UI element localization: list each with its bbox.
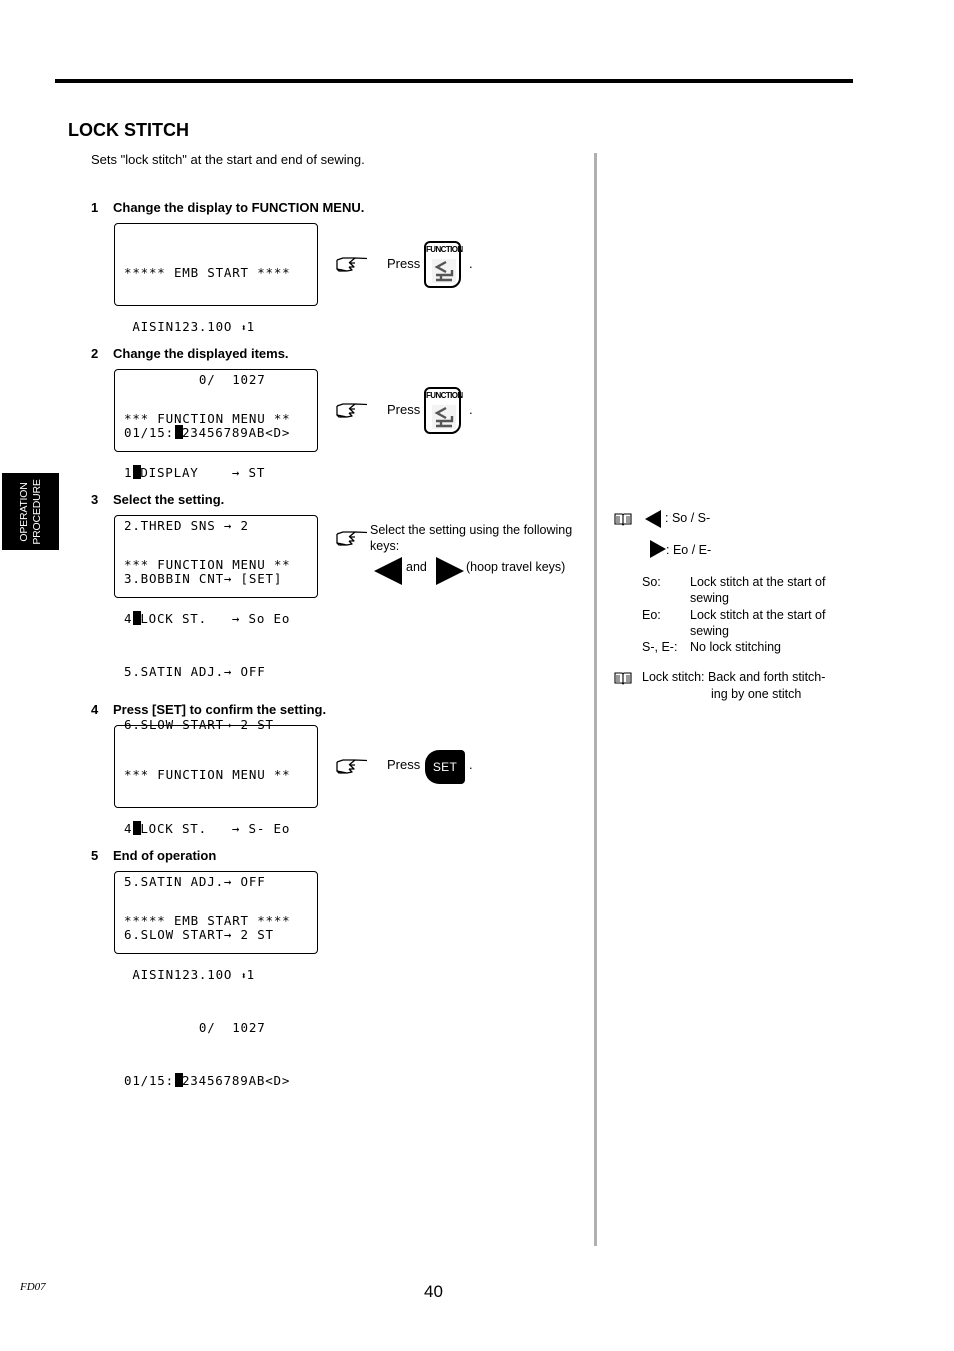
step-number: 3	[91, 492, 99, 507]
function-key-button[interactable]: FUNCTION	[424, 241, 463, 288]
pointing-hand-icon	[335, 757, 369, 777]
step-title: Change the displayed items.	[113, 346, 289, 361]
step-2-heading: 2 Change the displayed items.	[91, 346, 289, 361]
lcd-text: AISIN123.10O	[124, 966, 241, 982]
page-title: LOCK STITCH	[68, 120, 189, 140]
and-label: and	[406, 560, 427, 574]
right-arrow-key-icon[interactable]	[436, 557, 464, 585]
lcd-line-2: 4 LOCK ST. → So Eo	[124, 610, 317, 628]
step-1-heading: 1 Change the display to FUNCTION MENU.	[91, 200, 364, 215]
side-tab-line-1: OPERATION	[17, 481, 30, 542]
lcd-display-step-5: ***** EMB START **** AISIN123.10O ⬍1 0/ …	[114, 871, 318, 1088]
lcd-text: 1	[246, 318, 255, 334]
side-tab-line-2: PROCEDURE	[30, 478, 43, 545]
lcd-line-1: *** FUNCTION MENU **	[124, 557, 291, 573]
step-number: 2	[91, 346, 99, 361]
book-note-icon	[614, 671, 632, 685]
lcd-line-1: *** FUNCTION MENU **	[124, 767, 291, 783]
right-key-meaning: : Eo / E-	[666, 543, 712, 557]
left-key-meaning: : So / S-	[665, 511, 711, 525]
intro-text: Sets "lock stitch" at the start and end …	[91, 152, 365, 167]
definition-row: Eo: Lock stitch at the start of sewing	[642, 607, 840, 639]
lcd-text: AISIN123.10O	[124, 318, 241, 334]
step-title: Select the setting.	[113, 492, 225, 507]
lock-stitch-note-line-2: ing by one stitch	[711, 687, 802, 701]
right-arrow-key-icon	[650, 540, 666, 558]
step-number: 5	[91, 848, 99, 863]
step-title: End of operation	[113, 848, 217, 863]
lcd-text: 4	[124, 820, 133, 836]
step-5-heading: 5 End of operation	[91, 848, 216, 863]
function-return-icon	[432, 259, 456, 283]
page-number: 40	[424, 1282, 443, 1301]
lcd-line-2: AISIN123.10O ⬍1	[124, 318, 317, 336]
definition-text: Lock stitch at the start of sewing	[690, 575, 826, 605]
lcd-line-4: 01/15: 23456789AB<D>	[124, 1072, 317, 1090]
lcd-line-3: 5.SATIN ADJ.→ OFF	[124, 663, 266, 679]
press-label: Press	[387, 256, 421, 271]
lcd-display-step-4: *** FUNCTION MENU ** 4 LOCK ST. → S- Eo 5…	[114, 725, 318, 942]
lcd-line-2: 4 LOCK ST. → S- Eo	[124, 820, 317, 838]
top-rule	[55, 79, 853, 83]
lcd-text: DISPLAY → ST	[140, 464, 266, 480]
step-4-heading: 4 Press [SET] to confirm the setting.	[91, 702, 326, 717]
lcd-line-2: 1 DISPLAY → ST	[124, 464, 317, 482]
lcd-line-1: *** FUNCTION MENU **	[124, 411, 291, 427]
side-tab-operation-procedure: OPERATION PROCEDURE	[2, 473, 59, 550]
definition-text: Lock stitch at the start of sewing	[690, 608, 826, 638]
lcd-display-step-1: ***** EMB START **** AISIN123.10O ⬍1 0/ …	[114, 223, 318, 440]
pointing-hand-icon	[335, 255, 369, 275]
lcd-text: LOCK ST. → So Eo	[140, 610, 291, 626]
set-key-button[interactable]: SET	[425, 750, 465, 784]
period: .	[469, 402, 473, 417]
step-title: Change the display to FUNCTION MENU.	[113, 200, 365, 215]
definition-row: So: Lock stitch at the start of sewing	[642, 574, 840, 606]
press-label: Press	[387, 757, 421, 772]
lcd-display-step-3: *** FUNCTION MENU ** 4 LOCK ST. → So Eo 5…	[114, 515, 318, 732]
lcd-text: 4	[124, 610, 133, 626]
definition-text: No lock stitching	[690, 640, 782, 654]
step-title: Press [SET] to confirm the setting.	[113, 702, 327, 717]
lcd-display-step-2: *** FUNCTION MENU ** 1 DISPLAY → ST 2.THR…	[114, 369, 318, 586]
lcd-text: 1	[246, 966, 255, 982]
press-label: Press	[387, 402, 421, 417]
lcd-text: 1	[124, 464, 133, 480]
step-3-heading: 3 Select the setting.	[91, 492, 224, 507]
definition-term: Eo:	[642, 608, 661, 622]
book-note-icon	[614, 512, 632, 526]
left-arrow-key-icon[interactable]	[374, 557, 402, 585]
function-key-label: FUNCTION	[426, 245, 463, 254]
pointing-hand-icon	[335, 529, 369, 549]
left-arrow-key-icon	[645, 510, 661, 528]
period: .	[469, 757, 473, 772]
pointing-hand-icon	[335, 401, 369, 421]
footer-code: FD07	[20, 1281, 46, 1293]
lcd-text: LOCK ST. → S- Eo	[140, 820, 291, 836]
lcd-line-1: ***** EMB START ****	[124, 265, 291, 281]
step-number: 4	[91, 702, 99, 717]
step-number: 1	[91, 200, 99, 215]
lcd-line-2: AISIN123.10O ⬍1	[124, 966, 317, 984]
lcd-text: 23456789AB<D>	[181, 1072, 291, 1088]
lcd-text: 01/15:	[124, 1072, 174, 1088]
lcd-line-3: 0/ 1027	[124, 1019, 266, 1035]
definition-term: So:	[642, 575, 661, 589]
definition-term: S-, E-:	[642, 640, 678, 654]
select-instruction: Select the setting using the following k…	[370, 523, 573, 553]
column-divider	[594, 153, 597, 1246]
lcd-line-1: ***** EMB START ****	[124, 913, 291, 929]
function-key-button[interactable]: FUNCTION	[424, 387, 463, 434]
lock-stitch-note-line-1: Lock stitch: Back and forth stitch-	[642, 670, 826, 684]
definition-row: S-, E-: No lock stitching	[642, 639, 840, 655]
function-return-icon	[432, 405, 456, 429]
hoop-travel-keys-label: (hoop travel keys)	[466, 560, 566, 574]
period: .	[469, 256, 473, 271]
function-key-label: FUNCTION	[426, 391, 463, 400]
